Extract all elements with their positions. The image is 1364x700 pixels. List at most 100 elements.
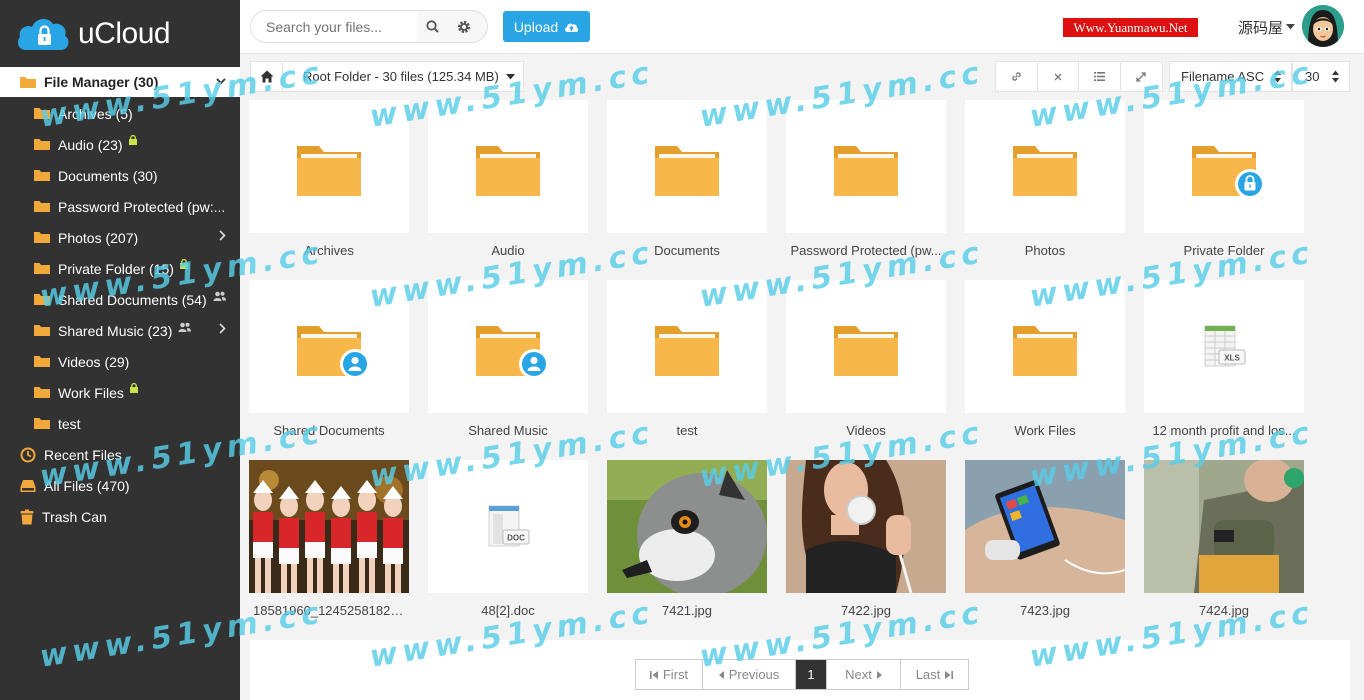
file-name[interactable]: 18581960_12452581822... [249, 603, 409, 618]
thumbnail[interactable]: XLS [1144, 280, 1304, 413]
thumbnail[interactable] [249, 100, 409, 233]
folder-tile[interactable]: Videos [786, 280, 946, 445]
avatar[interactable] [1302, 5, 1344, 47]
users-icon [178, 322, 192, 332]
thumbnail[interactable] [1144, 100, 1304, 233]
upload-button[interactable]: Upload [503, 11, 590, 42]
sidebar-item-photos[interactable]: Photos (207) [0, 222, 240, 253]
file-name[interactable]: Work Files [965, 423, 1125, 438]
file-tile[interactable]: 7422.jpg [786, 460, 946, 625]
file-name[interactable]: 7423.jpg [965, 603, 1125, 618]
lock-icon [129, 382, 138, 393]
chevron-down-icon[interactable] [216, 78, 226, 85]
sidebar-item-label: Archives (5) [58, 105, 133, 122]
file-name[interactable]: 7422.jpg [786, 603, 946, 618]
sidebar-item-password-protected[interactable]: Password Protected (pw:... [0, 191, 240, 222]
fullscreen-button[interactable] [1121, 62, 1162, 91]
sidebar-item-private-folder[interactable]: Private Folder (15) [0, 253, 240, 284]
sidebar-item-recent-files[interactable]: Recent Files [0, 439, 240, 470]
file-name[interactable]: 7421.jpg [607, 603, 767, 618]
thumbnail[interactable] [428, 100, 588, 233]
sidebar-item-documents[interactable]: Documents (30) [0, 160, 240, 191]
search-button[interactable] [417, 11, 448, 42]
sidebar-item-videos[interactable]: Videos (29) [0, 346, 240, 377]
last-page-button[interactable]: Last [901, 660, 968, 689]
file-tile[interactable]: XLS 12 month profit and los... [1144, 280, 1304, 445]
thumbnail[interactable] [786, 460, 946, 593]
user-name[interactable]: 源码屋 [1238, 17, 1283, 38]
sidebar-item-file-manager[interactable]: File Manager (30) [0, 67, 240, 97]
thumbnail[interactable] [249, 460, 409, 593]
folder-tile[interactable]: Shared Music [428, 280, 588, 445]
folder-tile[interactable]: test [607, 280, 767, 445]
sidebar-item-trash[interactable]: Trash Can [0, 501, 240, 532]
thumbnail[interactable] [1144, 460, 1304, 593]
folder-tile[interactable]: Documents [607, 100, 767, 265]
caret-down-icon[interactable] [505, 73, 515, 80]
sidebar-item-audio[interactable]: Audio (23) [0, 129, 240, 160]
first-page-button[interactable]: First [636, 660, 703, 689]
page-1-button[interactable]: 1 [796, 660, 827, 689]
chevron-right-icon[interactable] [219, 323, 226, 334]
file-name[interactable]: 48[2].doc [428, 603, 588, 618]
file-name[interactable]: Shared Documents [249, 423, 409, 438]
breadcrumb-folder[interactable]: Root Folder - 30 files (125.34 MB) [303, 69, 499, 84]
search-input[interactable] [251, 11, 417, 42]
sidebar-item-archives[interactable]: Archives (5) [0, 98, 240, 129]
folder-tile[interactable]: Photos [965, 100, 1125, 265]
thumbnail[interactable] [965, 100, 1125, 233]
file-name[interactable]: Documents [607, 243, 767, 258]
list-view-button[interactable] [1079, 62, 1121, 91]
home-button[interactable] [251, 62, 283, 91]
folder-tile[interactable]: Private Folder [1144, 100, 1304, 265]
next-page-button[interactable]: Next [827, 660, 901, 689]
file-name[interactable]: 7424.jpg [1144, 603, 1304, 618]
file-name[interactable]: Archives [249, 243, 409, 258]
file-name[interactable]: Videos [786, 423, 946, 438]
thumbnail[interactable] [786, 100, 946, 233]
thumbnail[interactable] [428, 280, 588, 413]
chevron-right-icon[interactable] [219, 230, 226, 241]
site-badge[interactable]: Www.Yuanmawu.Net [1063, 18, 1198, 37]
folder-tile[interactable]: Audio [428, 100, 588, 265]
thumbnail[interactable] [607, 280, 767, 413]
link-icon [1012, 72, 1021, 81]
thumbnail[interactable] [965, 280, 1125, 413]
file-tile[interactable]: DOC 48[2].doc [428, 460, 588, 625]
sidebar-item-work-files[interactable]: Work Files [0, 377, 240, 408]
caret-down-icon[interactable] [1286, 24, 1295, 30]
sidebar-item-all-files[interactable]: All Files (470) [0, 470, 240, 501]
thumbnail[interactable]: DOC [428, 460, 588, 593]
thumbnail[interactable] [607, 100, 767, 233]
file-tile[interactable]: 7421.jpg [607, 460, 767, 625]
photo-thumbnail [965, 460, 1125, 593]
copy-link-button[interactable] [996, 62, 1038, 91]
file-tile[interactable]: 7424.jpg [1144, 460, 1304, 625]
file-name[interactable]: Photos [965, 243, 1125, 258]
file-name[interactable]: Password Protected (pw... [786, 243, 946, 258]
file-name[interactable]: test [607, 423, 767, 438]
close-button[interactable] [1038, 62, 1079, 91]
sort-select[interactable]: Filename ASC [1169, 61, 1292, 92]
sidebar-item-test[interactable]: test [0, 408, 240, 439]
file-tile[interactable]: 7423.jpg [965, 460, 1125, 625]
sidebar-item-shared-documents[interactable]: Shared Documents (54) [0, 284, 240, 315]
thumbnail[interactable] [786, 280, 946, 413]
thumbnail[interactable] [249, 280, 409, 413]
file-name[interactable]: Audio [428, 243, 588, 258]
folder-tile[interactable]: Work Files [965, 280, 1125, 445]
search-settings-button[interactable] [448, 11, 479, 42]
file-name[interactable]: Private Folder [1144, 243, 1304, 258]
folder-tile[interactable]: Archives [249, 100, 409, 265]
previous-page-button[interactable]: Previous [703, 660, 796, 689]
folder-tile[interactable]: Password Protected (pw... [786, 100, 946, 265]
folder-tile[interactable]: Shared Documents [249, 280, 409, 445]
thumbnail[interactable] [965, 460, 1125, 593]
app-logo[interactable]: uCloud [14, 12, 171, 56]
thumbnail[interactable] [607, 460, 767, 593]
sidebar-item-shared-music[interactable]: Shared Music (23) [0, 315, 240, 346]
per-page-select[interactable]: 30 [1292, 61, 1350, 92]
file-name[interactable]: 12 month profit and los... [1144, 423, 1304, 438]
file-tile[interactable]: 18581960_12452581822... [249, 460, 409, 625]
file-name[interactable]: Shared Music [428, 423, 588, 438]
